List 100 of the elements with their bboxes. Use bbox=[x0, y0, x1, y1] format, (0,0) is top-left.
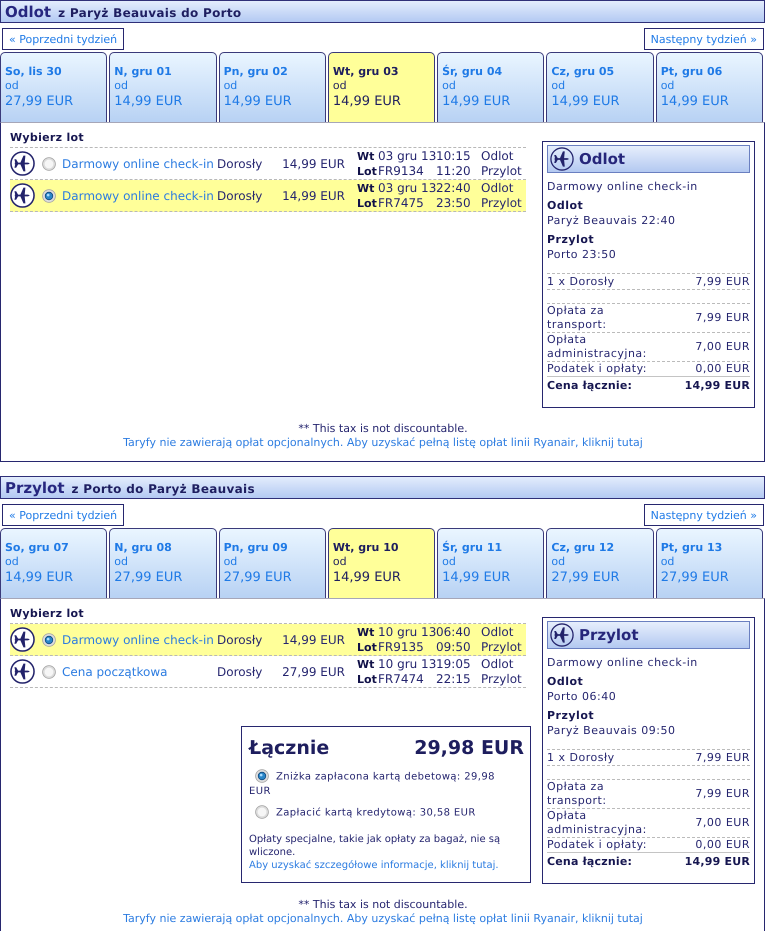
day-tab[interactable]: Pt, gru 06 od 14,99 EUR bbox=[656, 52, 763, 122]
airplane-icon bbox=[10, 151, 35, 176]
day-tab[interactable]: So, gru 07 od 14,99 EUR bbox=[0, 528, 108, 598]
arrival-time: 23:50 bbox=[436, 196, 472, 210]
flight-date: 03 gru 13 bbox=[378, 180, 436, 196]
tax-footnote: ** This tax is not discountable. bbox=[297, 422, 469, 436]
fee-label: Opłata administracyjna: bbox=[547, 333, 648, 360]
summary-title: Przylot bbox=[579, 626, 639, 644]
fee-label: Podatek i opłaty: bbox=[547, 362, 648, 376]
fare-name: Darmowy online check-in bbox=[547, 655, 699, 670]
summary-title: Odlot bbox=[579, 150, 626, 168]
section-heading: Wybierz lot bbox=[10, 131, 85, 145]
day-tab[interactable]: Śr, gru 11 od 14,99 EUR bbox=[437, 528, 544, 598]
day-tab[interactable]: Śr, gru 04 od 14,99 EUR bbox=[437, 52, 544, 122]
details-link[interactable]: Aby uzyskać szczegółowe informacje, kliknij tutaj. bbox=[249, 860, 499, 871]
passenger-type: Dorosły bbox=[217, 664, 264, 678]
fare-price: 14,99 EUR bbox=[281, 188, 345, 202]
departure-label: Odlot bbox=[481, 656, 514, 672]
radio-button[interactable] bbox=[42, 632, 56, 646]
flight-option[interactable]: Darmowy online check-in Dorosły 14,99 EUR Wt 03 gru 1322:40 Odlot LotFR7475 23:50 Przylot bbox=[10, 180, 526, 212]
airplane-icon bbox=[550, 147, 574, 171]
day-tab[interactable]: Pn, gru 02 od 14,99 EUR bbox=[218, 52, 326, 122]
fare-link[interactable]: Darmowy online check-in bbox=[62, 188, 217, 202]
airplane-icon bbox=[10, 627, 35, 652]
fare-link[interactable]: Darmowy online check-in bbox=[62, 156, 217, 170]
flight-option[interactable]: Cena początkowa Dorosły 27,99 EUR Wt 10 gru 1319:05 Odlot LotFR7474 22:15 Przylot bbox=[10, 656, 526, 688]
departure-label: Odlot bbox=[481, 624, 514, 640]
weekday-label: Wt bbox=[357, 148, 376, 164]
flight-label: Lot bbox=[357, 196, 378, 210]
departure-heading: Odlot bbox=[547, 674, 584, 689]
arrival-heading: Przylot bbox=[547, 708, 596, 723]
departure-label: Odlot bbox=[481, 148, 514, 164]
departure-details: Paryż Beauvais 22:40 bbox=[547, 213, 676, 228]
fee-label: Opłata administracyjna: bbox=[547, 809, 648, 836]
payment-option[interactable]: Zapłacić kartą kredytową: 30,58 EUR bbox=[249, 805, 499, 821]
next-week-button[interactable]: Następny tydzień » bbox=[644, 28, 764, 50]
arrival-details: Paryż Beauvais 09:50 bbox=[547, 723, 676, 738]
arrival-label: Przylot bbox=[481, 196, 522, 210]
departure-label: Odlot bbox=[481, 180, 514, 196]
departure-heading: Odlot bbox=[547, 198, 584, 213]
arrival-label: Przylot bbox=[481, 672, 522, 686]
radio-button[interactable] bbox=[255, 805, 269, 819]
fee-amount: 7,99 EUR bbox=[695, 786, 750, 800]
arrival-time: 22:15 bbox=[436, 672, 472, 686]
day-tab[interactable]: Cz, gru 05 od 14,99 EUR bbox=[546, 52, 654, 122]
day-tab[interactable]: Wt, gru 10 od 14,99 EUR bbox=[328, 528, 436, 598]
fare-price: 14,99 EUR bbox=[281, 632, 345, 646]
fee-label: Podatek i opłaty: bbox=[547, 838, 648, 852]
day-tab[interactable]: Pn, gru 09 od 27,99 EUR bbox=[218, 528, 326, 598]
fees-link[interactable]: Taryfy nie zawierają opłat opcjonalnych. Aby uzyskać pełną listę opłat linii Ryanair, kliknij tutaj bbox=[123, 436, 643, 448]
passenger-type: Dorosły bbox=[217, 632, 264, 646]
arrival-time: 09:50 bbox=[436, 640, 472, 654]
section-title: Odlot bbox=[5, 2, 52, 22]
radio-button[interactable] bbox=[42, 188, 56, 202]
day-tab[interactable]: So, lis 30 od 27,99 EUR bbox=[0, 52, 108, 122]
day-tab[interactable]: Pt, gru 13 od 27,99 EUR bbox=[656, 528, 763, 598]
section-heading: Wybierz lot bbox=[10, 607, 85, 621]
price-label: 1 x Dorosły bbox=[547, 274, 615, 288]
arrival-label: Przylot bbox=[481, 640, 522, 654]
departure-time: 10:15 bbox=[436, 148, 472, 164]
fee-amount: 0,00 EUR bbox=[695, 838, 750, 852]
day-tab[interactable]: N, gru 01 od 14,99 EUR bbox=[109, 52, 217, 122]
flight-number: FR7474 bbox=[378, 672, 425, 686]
fare-link[interactable]: Cena początkowa bbox=[62, 664, 217, 678]
fees-link[interactable]: Taryfy nie zawierają opłat opcjonalnych. Aby uzyskać pełną listę opłat linii Ryanair, kliknij tutaj bbox=[123, 912, 643, 924]
flight-option[interactable]: Darmowy online check-in Dorosły 14,99 EUR Wt 10 gru 1306:40 Odlot LotFR9135 09:50 Przylot bbox=[10, 624, 526, 656]
section-title: Przylot bbox=[5, 478, 65, 498]
price-label: 1 x Dorosły bbox=[547, 750, 615, 764]
airplane-icon bbox=[550, 623, 574, 647]
fee-label: Opłata za transport: bbox=[547, 304, 608, 331]
day-tab[interactable]: N, gru 08 od 27,99 EUR bbox=[109, 528, 217, 598]
radio-button[interactable] bbox=[42, 664, 56, 678]
weekday-label: Wt bbox=[357, 624, 376, 640]
departure-time: 06:40 bbox=[436, 624, 472, 640]
total-label: Łącznie bbox=[249, 736, 330, 761]
day-tab[interactable]: Cz, gru 12 od 27,99 EUR bbox=[546, 528, 654, 598]
arrival-label: Przylot bbox=[481, 164, 522, 178]
fee-amount: 7,00 EUR bbox=[695, 340, 750, 354]
day-tab[interactable]: Wt, gru 03 od 14,99 EUR bbox=[328, 52, 436, 122]
fare-link[interactable]: Darmowy online check-in bbox=[62, 632, 217, 646]
flight-date: 10 gru 13 bbox=[378, 656, 436, 672]
airplane-icon bbox=[10, 183, 35, 208]
route-text: z Porto do Paryż Beauvais bbox=[72, 482, 255, 496]
total-amount: 29,98 EUR bbox=[414, 736, 524, 761]
previous-week-button[interactable]: « Poprzedni tydzień bbox=[2, 504, 124, 526]
departure-time: 19:05 bbox=[436, 656, 472, 672]
flight-label: Lot bbox=[357, 672, 378, 686]
total-price-label: Cena łącznie: bbox=[547, 379, 632, 392]
flight-date: 10 gru 13 bbox=[378, 624, 436, 640]
flight-date: 03 gru 13 bbox=[378, 148, 436, 164]
fee-amount: 0,00 EUR bbox=[695, 362, 750, 376]
flight-number: FR7475 bbox=[378, 196, 425, 210]
flight-number: FR9135 bbox=[378, 640, 425, 654]
total-price: 14,99 EUR bbox=[684, 379, 750, 392]
payment-option[interactable]: Zniżka zapłacona kartą debetową: 29,98 EUR bbox=[249, 769, 499, 799]
next-week-button[interactable]: Następny tydzień » bbox=[644, 504, 764, 526]
radio-button[interactable] bbox=[42, 156, 56, 170]
previous-week-button[interactable]: « Poprzedni tydzień bbox=[2, 28, 124, 50]
radio-button[interactable] bbox=[255, 769, 269, 783]
departure-time: 22:40 bbox=[436, 180, 472, 196]
